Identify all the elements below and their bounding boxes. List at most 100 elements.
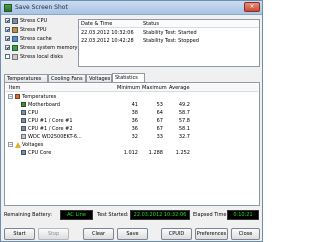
stats-average: 58.7: [178, 110, 190, 116]
stats-minimum: 36: [131, 118, 138, 124]
temperature-icon: [15, 94, 20, 99]
stop-button[interactable]: Stop: [38, 228, 69, 240]
collapse-icon[interactable]: −: [8, 94, 13, 99]
checkbox-checked-icon[interactable]: [5, 45, 10, 50]
stats-header: Item Minimum Maximum Average: [6, 84, 258, 92]
log-status: Stability Test: Started: [143, 30, 197, 36]
stress-cpu-checkbox[interactable]: Stress CPU: [4, 17, 76, 25]
start-button[interactable]: Start: [4, 228, 35, 240]
test-log-list[interactable]: Date & Time Status 22.03.2012 10:32:06 S…: [78, 19, 260, 67]
stress-cpu-label: Stress CPU: [20, 18, 48, 24]
checkbox-checked-icon[interactable]: [5, 36, 10, 41]
stats-average: 49.2: [178, 102, 190, 108]
stats-average: 32.7: [178, 134, 190, 140]
title-bar: Save Screen Shot ×: [1, 1, 262, 15]
disk-icon: [12, 54, 18, 60]
stats-item-name: Motherboard: [28, 102, 61, 108]
stats-item-name: CPU Core: [28, 150, 52, 156]
stats-item-name: Voltages: [22, 142, 44, 148]
stats-item-name: WDC WD2500EKT-6...: [28, 134, 82, 140]
stats-item-name: CPU #1 / Core #1: [28, 118, 73, 124]
stats-item-name: Temperatures: [22, 94, 57, 100]
checkbox-checked-icon[interactable]: [5, 18, 10, 23]
table-row[interactable]: CPU #1 / Core #2 36 67 58.1: [6, 125, 258, 133]
stress-cache-label: Stress cache: [20, 36, 52, 42]
stats-header-item[interactable]: Item: [9, 85, 20, 91]
log-datetime: 22.03.2012 10:32:06: [81, 30, 134, 36]
stats-item-name: CPU: [28, 110, 39, 116]
stats-average: 1.252: [175, 150, 190, 156]
stats-maximum: 33: [156, 134, 163, 140]
log-datetime: 22.03.2012 10:42:28: [81, 38, 134, 44]
stats-maximum: 64: [156, 110, 163, 116]
table-row[interactable]: CPU Core 1.012 1.288 1.252: [6, 149, 258, 157]
motherboard-icon: [21, 102, 26, 107]
stats-maximum: 53: [156, 102, 163, 108]
stats-maximum: 67: [156, 126, 163, 132]
status-bar: Remaining Battery: AC Line Test Started:…: [4, 210, 260, 220]
cache-icon: [12, 36, 18, 42]
log-row[interactable]: 22.03.2012 10:32:06 Stability Test: Star…: [79, 29, 259, 37]
log-row[interactable]: 22.03.2012 10:42:28 Stability Test: Stop…: [79, 37, 259, 45]
stats-minimum: 32: [131, 134, 138, 140]
stress-options: Stress CPU Stress FPU Stress cache Stres…: [4, 17, 78, 71]
elapsed-time-label: Elapsed Time:: [193, 212, 229, 218]
stats-average: 58.1: [178, 126, 190, 132]
stats-minimum: 36: [131, 126, 138, 132]
flame-icon: [4, 4, 12, 12]
disk-icon: [21, 134, 26, 139]
cpu-icon: [12, 18, 18, 24]
cpuid-button[interactable]: CPUID: [161, 228, 192, 240]
stress-fpu-checkbox[interactable]: Stress FPU: [4, 26, 76, 34]
stats-minimum: 1.012: [123, 150, 138, 156]
log-header-datetime[interactable]: Date & Time: [81, 21, 112, 27]
stats-item-name: CPU #1 / Core #2: [28, 126, 73, 132]
log-header: Date & Time Status: [79, 20, 259, 28]
stress-fpu-label: Stress FPU: [20, 27, 47, 33]
checkbox-unchecked-icon[interactable]: [5, 54, 10, 59]
stress-cache-checkbox[interactable]: Stress cache: [4, 35, 76, 43]
save-button[interactable]: Save: [117, 228, 148, 240]
preferences-button[interactable]: Preferences: [195, 228, 228, 240]
button-bar: Start Stop Clear Save CPUID Preferences …: [4, 228, 260, 240]
stress-memory-label: Stress system memory: [20, 45, 78, 51]
stats-header-average[interactable]: Average: [169, 85, 190, 91]
table-row[interactable]: CPU 38 64 58.7: [6, 109, 258, 117]
table-row[interactable]: WDC WD2500EKT-6... 32 33 32.7: [6, 133, 258, 141]
statistics-panel: Item Minimum Maximum Average − Temperatu…: [4, 82, 260, 206]
stress-disks-checkbox[interactable]: Stress local disks: [4, 53, 76, 61]
log-header-status[interactable]: Status: [143, 21, 159, 27]
cpu-icon: [21, 126, 26, 131]
log-status: Stability Test: Stopped: [143, 38, 199, 44]
test-started-label: Test Started:: [97, 212, 129, 218]
stress-disks-label: Stress local disks: [20, 54, 63, 60]
test-started-value: 22.03.2012 10:32:06: [130, 210, 190, 220]
stats-header-maximum[interactable]: Maximum: [142, 85, 167, 91]
window-title: Save Screen Shot: [15, 4, 68, 11]
cpu-icon: [21, 118, 26, 123]
memory-icon: [12, 45, 18, 51]
stats-header-minimum[interactable]: Minimum: [117, 85, 140, 91]
stats-group-voltages[interactable]: − Voltages: [6, 141, 258, 149]
stats-group-temperatures[interactable]: − Temperatures: [6, 93, 258, 101]
table-row[interactable]: Motherboard 41 53 49.2: [6, 101, 258, 109]
remaining-battery-label: Remaining Battery:: [4, 212, 52, 218]
stats-maximum: 1.288: [148, 150, 163, 156]
fpu-icon: [12, 27, 18, 33]
stats-minimum: 41: [131, 102, 138, 108]
stability-test-window: Save Screen Shot × Stress CPU Stress FPU…: [0, 0, 263, 242]
elapsed-time-value: 0:10:21: [227, 210, 259, 220]
remaining-battery-value: AC Line: [60, 210, 93, 220]
collapse-icon[interactable]: −: [8, 142, 13, 147]
voltage-warning-icon: [15, 142, 21, 148]
stats-maximum: 67: [156, 118, 163, 124]
checkbox-checked-icon[interactable]: [5, 27, 10, 32]
table-row[interactable]: CPU #1 / Core #1 36 67 57.8: [6, 117, 258, 125]
clear-button[interactable]: Clear: [83, 228, 114, 240]
stress-memory-checkbox[interactable]: Stress system memory: [4, 44, 78, 52]
stats-average: 57.8: [178, 118, 190, 124]
cpu-icon: [21, 150, 26, 155]
close-button[interactable]: Close: [231, 228, 260, 240]
close-window-button[interactable]: ×: [244, 2, 260, 12]
stats-minimum: 38: [131, 110, 138, 116]
